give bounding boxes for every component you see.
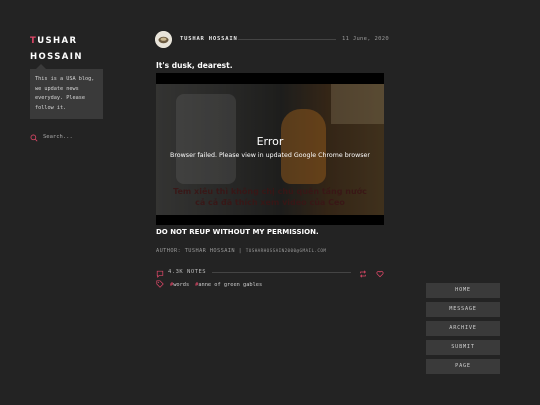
post-subtitle: DO NOT REUP WITHOUT MY PERMISSION. xyxy=(156,228,319,236)
blog-title-line2: HOSSAIN xyxy=(30,52,83,62)
video-caption: Tem xiêu thì không chị chú quên tầng nướ… xyxy=(156,186,384,208)
video-error: Error Browser failed. Please view in upd… xyxy=(156,135,384,159)
footer-divider xyxy=(212,271,351,273)
video-error-title: Error xyxy=(256,135,284,148)
post-author[interactable]: TUSHAR HOSSAIN xyxy=(180,36,238,42)
video-thumbnail-light xyxy=(331,84,384,124)
tag-list: #words #anne of green gables xyxy=(156,280,262,290)
post-title: It's dusk, dearest. xyxy=(156,61,233,70)
tag-item[interactable]: #words xyxy=(170,282,189,288)
author-line-prefix: AUTHOR: TUSHAR HOSSAIN | xyxy=(156,248,243,254)
tag-label: anne of green gables xyxy=(198,282,263,288)
video-error-message: Browser failed. Please view in updated G… xyxy=(170,152,370,159)
nav-home-button[interactable]: HOME xyxy=(426,283,500,298)
author-email: TUSHARHOSSAIN2000@GMAIL.COM xyxy=(245,249,327,254)
tag-icon xyxy=(156,280,164,290)
tag-label: words xyxy=(173,282,190,288)
blog-title[interactable]: TUSHAR HOSSAIN xyxy=(30,33,110,65)
post-footer: 4.3K NOTES xyxy=(156,267,384,278)
nav-message-button[interactable]: MESSAGE xyxy=(426,302,500,317)
comment-icon[interactable] xyxy=(156,263,164,282)
tag-item[interactable]: #anne of green gables xyxy=(195,282,262,288)
nav-submit-button[interactable]: SUBMIT xyxy=(426,340,500,355)
search-input[interactable] xyxy=(43,133,103,140)
post-date[interactable]: 11 June, 2020 xyxy=(342,36,389,42)
avatar[interactable] xyxy=(155,31,172,48)
video-caption-line1: Tem xiêu thì không chị chú quên tầng nướ… xyxy=(173,187,367,196)
main-nav: HOME MESSAGE ARCHIVE SUBMIT PAGE xyxy=(426,283,500,378)
notes-count[interactable]: 4.3K NOTES xyxy=(168,269,206,275)
video-player[interactable]: Error Browser failed. Please view in upd… xyxy=(156,73,384,225)
author-line: AUTHOR: TUSHAR HOSSAIN | TUSHARHOSSAIN20… xyxy=(156,248,326,254)
nav-page-button[interactable]: PAGE xyxy=(426,359,500,374)
video-caption-line2: cả cả đã thích xem video của Ceo xyxy=(195,198,345,207)
reblog-icon[interactable] xyxy=(359,263,367,282)
search-bar[interactable] xyxy=(30,127,103,146)
header-divider xyxy=(238,39,336,40)
nav-archive-button[interactable]: ARCHIVE xyxy=(426,321,500,336)
blog-description: This is a USA blog, we update news every… xyxy=(30,64,103,119)
heart-icon[interactable] xyxy=(376,263,384,282)
search-icon[interactable] xyxy=(30,127,38,146)
blog-title-line1: USHAR xyxy=(37,36,78,46)
